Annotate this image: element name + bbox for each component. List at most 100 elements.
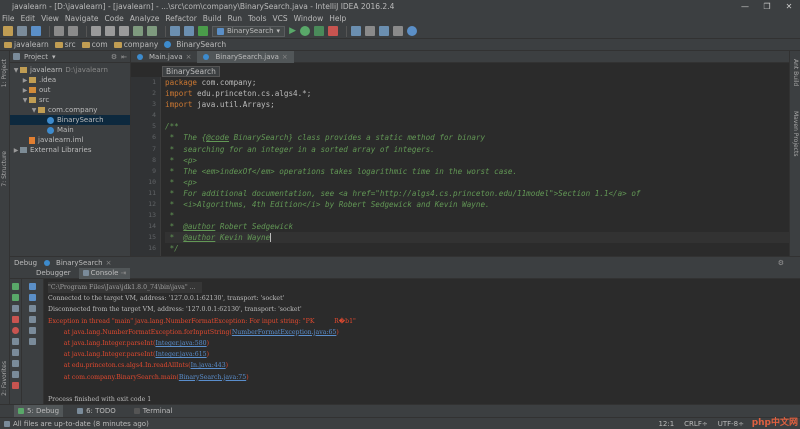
open-folder-icon[interactable] — [3, 26, 13, 36]
menu-tools[interactable]: Tools — [248, 14, 266, 23]
help-icon[interactable] — [406, 26, 417, 36]
debug-icon[interactable] — [299, 26, 310, 36]
breadcrumb-com[interactable]: com — [81, 40, 108, 49]
line-separator[interactable]: CRLF÷ — [684, 420, 708, 428]
menu-help[interactable]: Help — [329, 14, 346, 23]
rerun-icon[interactable] — [12, 283, 19, 290]
stack-frame-link[interactable]: Integer.java:580 — [155, 340, 206, 347]
project-panel-title[interactable]: Project — [24, 53, 48, 61]
chevron-down-icon[interactable]: ▾ — [52, 53, 56, 61]
close-icon[interactable] — [12, 382, 19, 389]
menu-view[interactable]: View — [41, 14, 59, 23]
resume-icon[interactable] — [12, 294, 19, 301]
close-window-button[interactable]: ✕ — [778, 0, 800, 13]
pin-icon[interactable] — [12, 371, 19, 378]
collapsed-arrow-icon[interactable]: ▶ — [21, 77, 29, 84]
copy-icon[interactable] — [105, 26, 115, 36]
menu-code[interactable]: Code — [105, 14, 124, 23]
menu-edit[interactable]: Edit — [21, 14, 36, 23]
vcs-icon[interactable] — [392, 26, 403, 36]
favorites-tool-tab[interactable]: 2: Favorites — [1, 361, 8, 396]
structure-tool-tab[interactable]: 7: Structure — [1, 151, 8, 187]
tab-console[interactable]: Console ⇥ — [78, 267, 131, 279]
class-breadcrumb-popup[interactable]: BinarySearch — [162, 66, 220, 77]
menu-analyze[interactable]: Analyze — [130, 14, 160, 23]
soft-wrap-icon[interactable] — [29, 305, 36, 312]
tree-item[interactable]: ▼ src — [10, 95, 130, 105]
redo-icon[interactable] — [68, 26, 78, 36]
settings-icon[interactable] — [12, 360, 19, 367]
tree-item[interactable]: ▶ External Libraries — [10, 145, 130, 155]
stack-frame-link[interactable]: In.java:443 — [191, 362, 226, 369]
menu-window[interactable]: Window — [294, 14, 324, 23]
run-config-select[interactable]: BinarySearch ▾ — [212, 25, 286, 37]
hide-panel-icon[interactable]: ⇤ — [121, 53, 127, 61]
paste-icon[interactable] — [119, 26, 129, 36]
breadcrumb-binarysearch[interactable]: BinarySearch — [164, 40, 226, 49]
menu-run[interactable]: Run — [228, 14, 242, 23]
stack-frame-link[interactable]: NumberFormatException.java:65 — [232, 329, 337, 336]
expanded-arrow-icon[interactable]: ▼ — [30, 107, 38, 114]
file-encoding[interactable]: UTF-8÷ — [718, 420, 744, 428]
menu-file[interactable]: File — [2, 14, 15, 23]
tab-debugger[interactable]: Debugger — [32, 268, 75, 279]
tab-binarysearch-java[interactable]: BinarySearch.java × — [197, 50, 294, 63]
status-message[interactable]: All files are up-to-date (8 minutes ago) — [13, 420, 149, 428]
gear-icon[interactable]: ⚙ — [778, 259, 784, 267]
sync-icon[interactable] — [31, 26, 41, 36]
stop-icon[interactable] — [327, 26, 338, 36]
breakpoints-icon[interactable] — [12, 327, 19, 334]
collapsed-arrow-icon[interactable]: ▶ — [12, 147, 20, 154]
minimize-button[interactable]: — — [734, 0, 756, 13]
gear-icon[interactable]: ⚙ — [111, 53, 117, 61]
settings-icon[interactable] — [364, 26, 375, 36]
ant-build-tool-tab[interactable]: Ant Build — [792, 59, 799, 86]
project-structure-icon[interactable] — [350, 26, 361, 36]
make-project-icon[interactable] — [198, 26, 208, 36]
undo-icon[interactable] — [54, 26, 64, 36]
project-tool-tab[interactable]: 1: Project — [1, 59, 8, 87]
up-icon[interactable] — [29, 283, 36, 290]
tab-main-java[interactable]: Main.java × — [131, 51, 197, 63]
code-editor[interactable]: BinarySearch 1234567891011121314151617 p… — [131, 63, 789, 265]
expanded-arrow-icon[interactable]: ▼ — [21, 97, 29, 104]
run-icon[interactable]: ▶ — [289, 26, 296, 36]
tree-item[interactable]: ▶ .idea — [10, 75, 130, 85]
clear-all-icon[interactable] — [29, 338, 36, 345]
console-menu-icon[interactable]: ⇥ — [120, 268, 126, 279]
pause-icon[interactable] — [12, 305, 19, 312]
menu-vcs[interactable]: VCS — [272, 14, 287, 23]
print-icon[interactable] — [29, 327, 36, 334]
menu-navigate[interactable]: Navigate — [65, 14, 99, 23]
caret-position[interactable]: 12:1 — [658, 420, 674, 428]
stack-frame-link[interactable]: BinarySearch.java:75 — [179, 374, 246, 381]
coverage-icon[interactable] — [313, 26, 324, 36]
tool-tab-debug[interactable]: 5: Debug — [14, 405, 64, 417]
tree-item[interactable]: ▶ out — [10, 85, 130, 95]
debug-config-tab[interactable]: BinarySearch — [56, 259, 103, 267]
breadcrumb-src[interactable]: src — [54, 40, 76, 49]
menu-refactor[interactable]: Refactor — [165, 14, 196, 23]
close-tab-icon[interactable]: × — [282, 53, 288, 61]
tree-item[interactable]: ▼ com.company — [10, 105, 130, 115]
collapsed-arrow-icon[interactable]: ▶ — [21, 87, 29, 94]
scroll-to-end-icon[interactable] — [29, 316, 36, 323]
tree-item[interactable]: javalearn.iml — [10, 135, 130, 145]
camera-icon[interactable] — [12, 349, 19, 356]
down-icon[interactable] — [29, 294, 36, 301]
sdk-icon[interactable] — [378, 26, 389, 36]
tree-item[interactable]: BinarySearch — [10, 115, 130, 125]
close-tab-icon[interactable]: × — [106, 259, 112, 267]
stop-icon[interactable] — [12, 316, 19, 323]
console-output[interactable]: "C:\Program Files\Java\jdk1.8.0_74\bin\j… — [44, 279, 800, 404]
tree-item[interactable]: ▼ javalearn D:\javalearn — [10, 65, 130, 75]
replace-icon[interactable] — [147, 26, 157, 36]
tree-item[interactable]: Main — [10, 125, 130, 135]
expanded-arrow-icon[interactable]: ▼ — [12, 67, 20, 74]
tool-tab-todo[interactable]: 6: TODO — [73, 405, 120, 417]
tool-tab-terminal[interactable]: Terminal — [130, 405, 177, 417]
find-icon[interactable] — [133, 26, 143, 36]
maven-projects-tool-tab[interactable]: Maven Projects — [792, 111, 799, 156]
menu-build[interactable]: Build — [203, 14, 222, 23]
back-icon[interactable] — [170, 26, 180, 36]
